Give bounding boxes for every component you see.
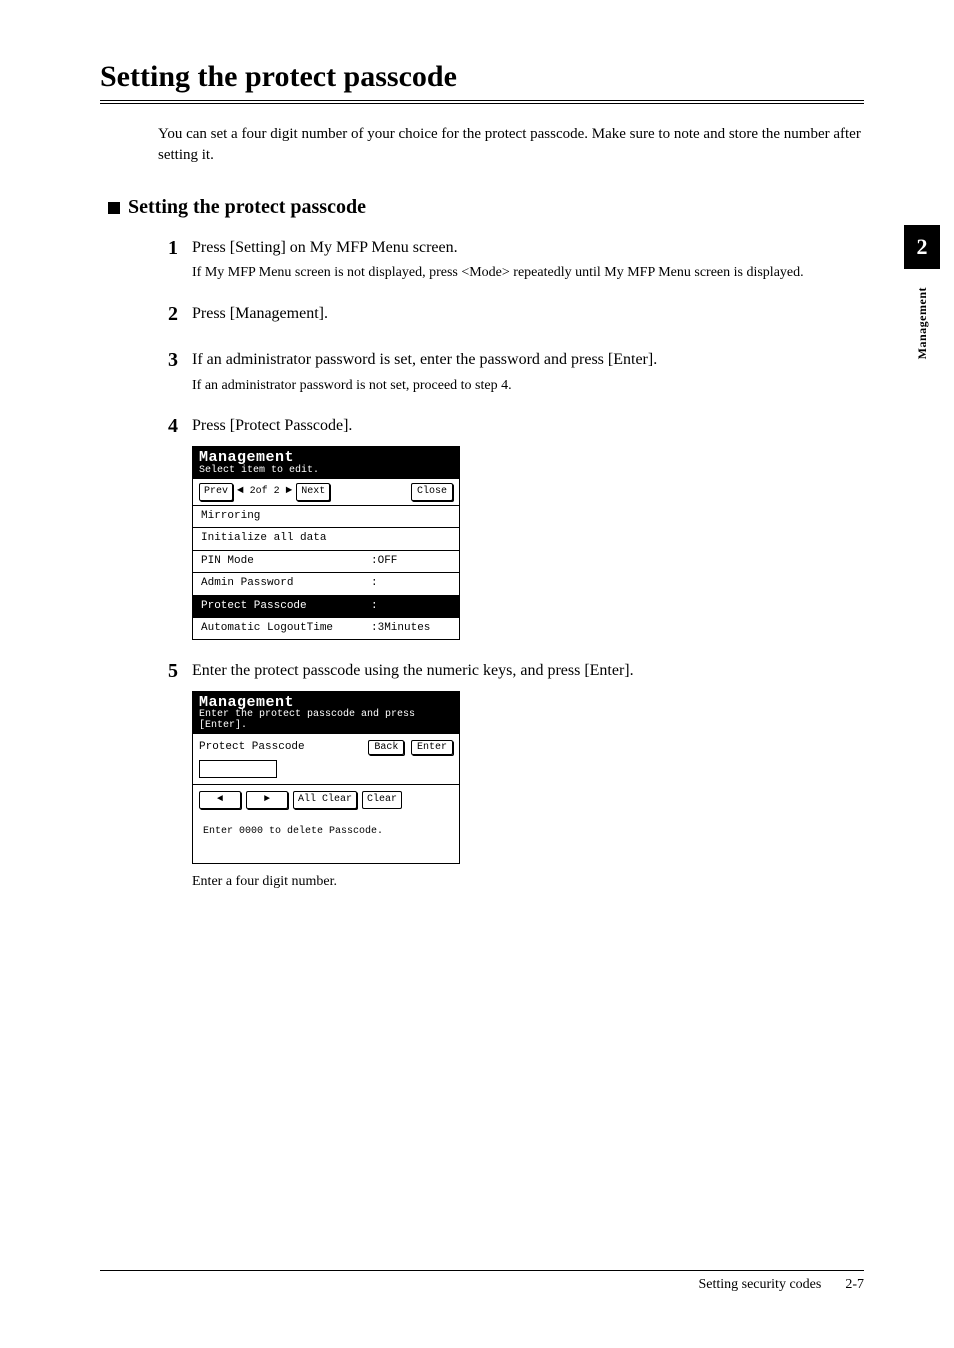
- step-5: 5 Enter the protect passcode using the n…: [158, 660, 864, 891]
- lcd-management-list: Management Select item to edit. Prev ◄ 2…: [192, 446, 460, 641]
- step-main-text: If an administrator password is set, ent…: [192, 349, 864, 371]
- lcd-title: Management: [199, 450, 453, 466]
- step-after-note: Enter a four digit number.: [192, 872, 864, 892]
- menu-value: :: [371, 576, 451, 591]
- menu-label: Mirroring: [201, 509, 371, 524]
- lcd-subtitle: Select item to edit.: [199, 466, 453, 477]
- menu-item-mirroring[interactable]: Mirroring: [193, 506, 459, 528]
- menu-item-admin-password[interactable]: Admin Password :: [193, 573, 459, 595]
- bullet-icon: [108, 202, 120, 214]
- step-sub-text: If My MFP Menu screen is not displayed, …: [192, 263, 864, 283]
- enter-button[interactable]: Enter: [411, 740, 453, 755]
- step-main-text: Press [Protect Passcode].: [192, 415, 864, 437]
- menu-label: Automatic LogoutTime: [201, 621, 371, 636]
- menu-label: Initialize all data: [201, 531, 371, 546]
- menu-label: Protect Passcode: [201, 599, 371, 614]
- step-number: 5: [158, 660, 178, 891]
- menu-value: :: [371, 599, 451, 614]
- page-footer: Setting security codes 2-7: [100, 1270, 864, 1293]
- step-4: 4 Press [Protect Passcode]. Management S…: [158, 415, 864, 640]
- back-button[interactable]: Back: [368, 740, 404, 755]
- intro-text: You can set a four digit number of your …: [158, 124, 864, 166]
- lcd-passcode-entry: Management Enter the protect passcode an…: [192, 691, 460, 864]
- lcd-subtitle: Enter the protect passcode and press [En…: [199, 710, 453, 731]
- close-button[interactable]: Close: [411, 483, 453, 501]
- subsection-header: Setting the protect passcode: [108, 196, 864, 219]
- next-button[interactable]: Next: [296, 483, 330, 501]
- menu-item-auto-logout[interactable]: Automatic LogoutTime :3Minutes: [193, 618, 459, 639]
- menu-item-initialize[interactable]: Initialize all data: [193, 528, 459, 550]
- nav-left-icon: ◄: [237, 484, 244, 499]
- clear-button[interactable]: Clear: [362, 791, 402, 809]
- nav-right-icon: ►: [286, 484, 293, 499]
- step-main-text: Press [Management].: [192, 303, 864, 325]
- passcode-input[interactable]: [199, 760, 277, 778]
- menu-item-pin-mode[interactable]: PIN Mode :OFF: [193, 551, 459, 573]
- page-indicator: 2of 2: [248, 485, 282, 499]
- menu-value: :3Minutes: [371, 621, 451, 636]
- step-3: 3 If an administrator password is set, e…: [158, 349, 864, 395]
- menu-label: Admin Password: [201, 576, 371, 591]
- subsection-title: Setting the protect passcode: [128, 196, 366, 219]
- cursor-right-button[interactable]: ►: [246, 791, 288, 809]
- prev-button[interactable]: Prev: [199, 483, 233, 501]
- all-clear-button[interactable]: All Clear: [293, 791, 357, 809]
- step-number: 2: [158, 303, 178, 329]
- cursor-left-button[interactable]: ◄: [199, 791, 241, 809]
- step-number: 3: [158, 349, 178, 395]
- chapter-number: 2: [904, 225, 940, 269]
- passcode-label: Protect Passcode: [199, 740, 305, 755]
- menu-value: [371, 531, 451, 546]
- step-main-text: Press [Setting] on My MFP Menu screen.: [192, 237, 864, 259]
- menu-item-protect-passcode[interactable]: Protect Passcode :: [193, 596, 459, 618]
- footer-section: Setting security codes: [698, 1277, 821, 1293]
- passcode-hint: Enter 0000 to delete Passcode.: [193, 815, 459, 863]
- step-number: 4: [158, 415, 178, 640]
- menu-value: :OFF: [371, 554, 451, 569]
- step-sub-text: If an administrator password is not set,…: [192, 376, 864, 396]
- step-1: 1 Press [Setting] on My MFP Menu screen.…: [158, 237, 864, 283]
- step-2: 2 Press [Management].: [158, 303, 864, 329]
- menu-value: [371, 509, 451, 524]
- chapter-tab: 2 Management: [904, 225, 940, 359]
- page-title: Setting the protect passcode: [100, 60, 864, 104]
- step-number: 1: [158, 237, 178, 283]
- step-main-text: Enter the protect passcode using the num…: [192, 660, 864, 682]
- chapter-label: Management: [915, 287, 930, 359]
- menu-label: PIN Mode: [201, 554, 371, 569]
- footer-page-number: 2-7: [845, 1277, 864, 1293]
